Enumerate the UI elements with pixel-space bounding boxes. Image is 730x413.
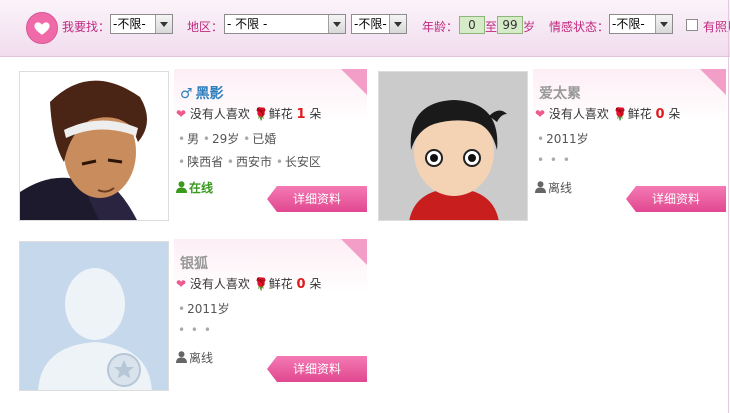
- city-text: 西安市: [236, 155, 273, 169]
- location-row: • • •: [178, 323, 211, 337]
- province-text: 陕西省: [187, 155, 224, 169]
- detail-button[interactable]: 详细资料: [626, 186, 726, 212]
- flower-unit: 朵: [309, 107, 322, 121]
- marital-text: 已婚: [252, 132, 277, 146]
- search-bar: 我要找： -不限- 地区： - 不限 - -不限- 年龄： 0 至 99 岁 情…: [0, 0, 730, 57]
- member-info-panel: 爱太累 ❤ 没有人喜欢 🌹鲜花 0 朵 • 2011岁 • • • 离线 详细资料: [533, 69, 726, 221]
- flower-count: 1: [296, 107, 306, 122]
- flower-count: 0: [655, 107, 665, 122]
- chevron-down-icon: [655, 15, 672, 33]
- member-name[interactable]: 银狐: [180, 256, 208, 272]
- basic-info-row: • 2011岁: [178, 302, 230, 316]
- age-label: 年龄：: [422, 20, 459, 34]
- avatar-image-icon: [20, 72, 168, 220]
- no-likes-text: 没有人喜欢: [189, 277, 250, 291]
- age-to-label: 至: [485, 20, 498, 34]
- no-likes-text: 没有人喜欢: [189, 107, 250, 121]
- no-likes-text: 没有人喜欢: [548, 107, 609, 121]
- rose-icon: 🌹: [612, 107, 628, 121]
- corner-fold: [341, 239, 367, 265]
- user-icon: [535, 181, 546, 193]
- find-select[interactable]: -不限-: [110, 14, 173, 34]
- page-border: [728, 0, 729, 413]
- status-badge: 离线: [535, 179, 572, 196]
- chevron-down-icon: [389, 15, 406, 33]
- emotion-select[interactable]: -不限-: [609, 14, 673, 34]
- flower-unit: 朵: [309, 277, 322, 291]
- member-name-row: ♂ 黑影: [180, 83, 224, 103]
- avatar-image-icon: [379, 72, 527, 220]
- age-text: 2011岁: [546, 132, 589, 146]
- age-min-input[interactable]: 0: [459, 16, 485, 34]
- location-row: • • •: [537, 153, 570, 167]
- online-status-text: 在线: [189, 181, 214, 195]
- heart-icon: ❤: [535, 107, 546, 121]
- basic-info-row: • 男 • 29岁 • 已婚: [178, 132, 277, 146]
- offline-status-text: 离线: [548, 181, 573, 195]
- age-text: 2011岁: [187, 302, 230, 316]
- detail-button[interactable]: 详细资料: [267, 186, 367, 212]
- male-icon: ♂: [180, 86, 193, 102]
- member-avatar[interactable]: [19, 71, 169, 221]
- region-city-select[interactable]: -不限-: [351, 14, 407, 34]
- detail-button[interactable]: 详细资料: [267, 356, 367, 382]
- has-photo-label: 有照片: [703, 20, 730, 34]
- rose-icon: 🌹: [253, 277, 269, 291]
- age-max-input[interactable]: 99: [497, 16, 523, 34]
- find-select-value: -不限-: [113, 17, 146, 31]
- member-name[interactable]: 黑影: [196, 86, 224, 102]
- age-text: 29岁: [212, 132, 240, 146]
- likes-row: ❤ 没有人喜欢 🌹鲜花 1 朵: [176, 105, 321, 122]
- find-label: 我要找：: [62, 20, 111, 34]
- likes-row: ❤ 没有人喜欢 🌹鲜花 0 朵: [535, 105, 680, 122]
- default-avatar-icon: [20, 242, 168, 390]
- rose-icon: 🌹: [253, 107, 269, 121]
- district-text: 长安区: [284, 155, 321, 169]
- member-avatar[interactable]: [19, 241, 169, 391]
- emotion-label: 情感状态：: [549, 20, 610, 34]
- age-unit-label: 岁: [523, 20, 536, 34]
- member-avatar[interactable]: [378, 71, 528, 221]
- basic-info-row: • 2011岁: [537, 132, 589, 146]
- region-label: 地区：: [187, 20, 224, 34]
- corner-fold: [341, 69, 367, 95]
- chevron-down-icon: [328, 15, 345, 33]
- heart-icon: ❤: [176, 107, 187, 121]
- heart-logo-icon: [26, 12, 58, 44]
- flower-label: 鲜花: [627, 107, 652, 121]
- member-name-row: 银狐: [180, 253, 208, 273]
- has-photo-checkbox[interactable]: [686, 19, 698, 31]
- user-icon: [176, 181, 187, 193]
- emotion-select-value: -不限-: [612, 17, 645, 31]
- gender-text: 男: [187, 132, 200, 146]
- heart-icon: ❤: [176, 277, 187, 291]
- location-row: • 陕西省 • 西安市 • 长安区: [178, 155, 321, 169]
- flower-label: 鲜花: [268, 107, 293, 121]
- region-province-value: - 不限 -: [227, 17, 268, 31]
- flower-label: 鲜花: [268, 277, 293, 291]
- member-name[interactable]: 爱太累: [539, 86, 581, 102]
- flower-unit: 朵: [668, 107, 681, 121]
- member-name-row: 爱太累: [539, 83, 581, 103]
- region-province-select[interactable]: - 不限 -: [224, 14, 346, 34]
- chevron-down-icon: [155, 15, 172, 33]
- flower-count: 0: [296, 277, 306, 292]
- status-badge: 离线: [176, 349, 213, 366]
- status-badge: 在线: [176, 179, 213, 196]
- likes-row: ❤ 没有人喜欢 🌹鲜花 0 朵: [176, 275, 321, 292]
- region-city-value: -不限-: [354, 17, 387, 31]
- member-info-panel: 银狐 ❤ 没有人喜欢 🌹鲜花 0 朵 • 2011岁 • • • 离线 详细资料: [174, 239, 367, 391]
- user-icon: [176, 351, 187, 363]
- corner-fold: [700, 69, 726, 95]
- offline-status-text: 离线: [189, 351, 214, 365]
- member-info-panel: ♂ 黑影 ❤ 没有人喜欢 🌹鲜花 1 朵 • 男 • 29岁 • 已婚 • 陕西省 • 西安…: [174, 69, 367, 221]
